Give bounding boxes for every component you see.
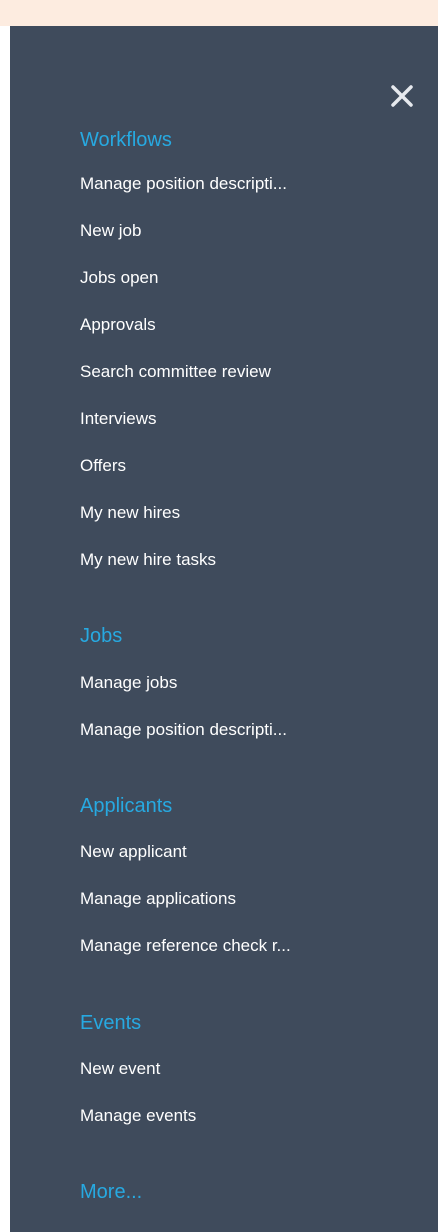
menu-item-manage-applications[interactable]: Manage applications [80, 888, 236, 910]
menu-item-my-new-hires[interactable]: My new hires [80, 502, 180, 524]
menu-item-manage-position-descriptions-jobs[interactable]: Manage position descripti... [80, 719, 287, 741]
menu-item-jobs-open[interactable]: Jobs open [80, 267, 158, 289]
menu-item-manage-position-descriptions[interactable]: Manage position descripti... [80, 173, 287, 195]
menu-item-interviews[interactable]: Interviews [80, 408, 157, 430]
close-menu-button[interactable] [388, 82, 416, 110]
menu-item-offers[interactable]: Offers [80, 455, 126, 477]
more-link[interactable]: More... [80, 1180, 142, 1204]
section-title-jobs[interactable]: Jobs [80, 624, 122, 648]
section-title-events[interactable]: Events [80, 1011, 141, 1035]
close-icon [391, 85, 413, 107]
menu-item-approvals[interactable]: Approvals [80, 314, 156, 336]
menu-item-manage-events[interactable]: Manage events [80, 1105, 196, 1127]
section-title-workflows[interactable]: Workflows [80, 128, 172, 152]
menu-item-new-applicant[interactable]: New applicant [80, 841, 187, 863]
menu-item-search-committee-review[interactable]: Search committee review [80, 361, 271, 383]
menu-item-manage-reference-check-requests[interactable]: Manage reference check r... [80, 935, 291, 957]
menu-item-manage-jobs[interactable]: Manage jobs [80, 672, 177, 694]
menu-item-my-new-hire-tasks[interactable]: My new hire tasks [80, 549, 216, 571]
menu-item-new-job[interactable]: New job [80, 220, 141, 242]
menu-item-new-event[interactable]: New event [80, 1058, 160, 1080]
top-banner-strip [0, 0, 438, 26]
section-title-applicants[interactable]: Applicants [80, 794, 172, 818]
navigation-menu-panel: Workflows Manage position descripti... N… [10, 26, 438, 1232]
